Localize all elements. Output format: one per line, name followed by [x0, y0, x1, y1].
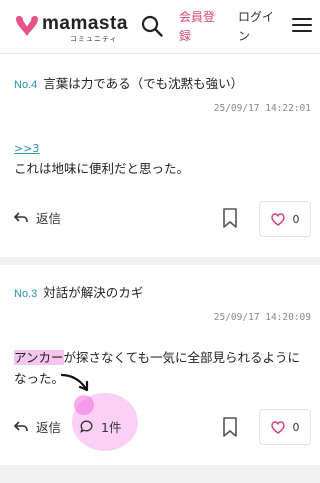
highlight-dot — [74, 395, 94, 415]
post-title-text: 言葉は力である（でも沈黙も強い） — [43, 76, 244, 91]
site-header: mamasta コミュニティ 会員登録 ログイン — [0, 0, 320, 54]
post-no3: No.3 対話が解決のカギ 25/09/17 14:20:09 アンカーが探さなく… — [0, 265, 320, 465]
like-button[interactable]: 0 — [259, 201, 311, 237]
reply-arrow-icon — [14, 421, 28, 432]
like-count: 0 — [292, 420, 300, 434]
post-no4: No.4 言葉は力である（でも沈黙も強い） 25/09/17 14:22:01 >… — [0, 54, 320, 257]
speech-bubble-icon — [80, 420, 93, 433]
login-link[interactable]: ログイン — [238, 8, 278, 46]
anchor-link[interactable]: >>3 — [14, 142, 39, 155]
post-number: No.4 — [14, 79, 38, 91]
post-number: No.3 — [14, 288, 38, 300]
reply-label: 返信 — [36, 210, 62, 226]
reply-button[interactable]: 返信 — [14, 416, 61, 436]
heart-icon — [270, 212, 285, 226]
bookmark-icon[interactable] — [222, 208, 238, 228]
post-divider — [0, 257, 320, 265]
like-button[interactable]: 0 — [259, 409, 311, 445]
post-divider — [0, 465, 320, 483]
reply-button[interactable]: 返信 — [14, 207, 61, 227]
register-link[interactable]: 会員登録 — [179, 8, 219, 46]
search-icon[interactable] — [140, 14, 164, 38]
comment-count: 1件 — [101, 419, 122, 435]
post-timestamp: 25/09/17 14:20:09 — [213, 312, 311, 323]
logo-text: mamasta — [42, 13, 128, 34]
reply-label: 返信 — [36, 419, 62, 435]
comment-count-button[interactable]: 1件 — [80, 416, 121, 436]
post-title: No.4 言葉は力である（でも沈黙も強い） — [14, 73, 243, 92]
hamburger-menu-icon[interactable] — [292, 18, 312, 34]
heart-icon — [270, 420, 285, 434]
post-title-text: 対話が解決のカギ — [43, 285, 144, 300]
logo-subtitle: コミュニティ — [70, 35, 118, 43]
bookmark-icon[interactable] — [222, 417, 238, 437]
post-title: No.3 対話が解決のカギ — [14, 282, 143, 301]
highlighted-text: アンカー — [14, 350, 64, 365]
mamasta-logo[interactable]: mamasta コミュニティ — [14, 12, 134, 43]
like-count: 0 — [292, 212, 300, 226]
post-timestamp: 25/09/17 14:22:01 — [213, 103, 311, 114]
reply-arrow-icon — [14, 212, 28, 223]
logo-heart-icon — [16, 16, 38, 36]
post-body: これは地味に便利だと思った。 — [14, 161, 190, 176]
